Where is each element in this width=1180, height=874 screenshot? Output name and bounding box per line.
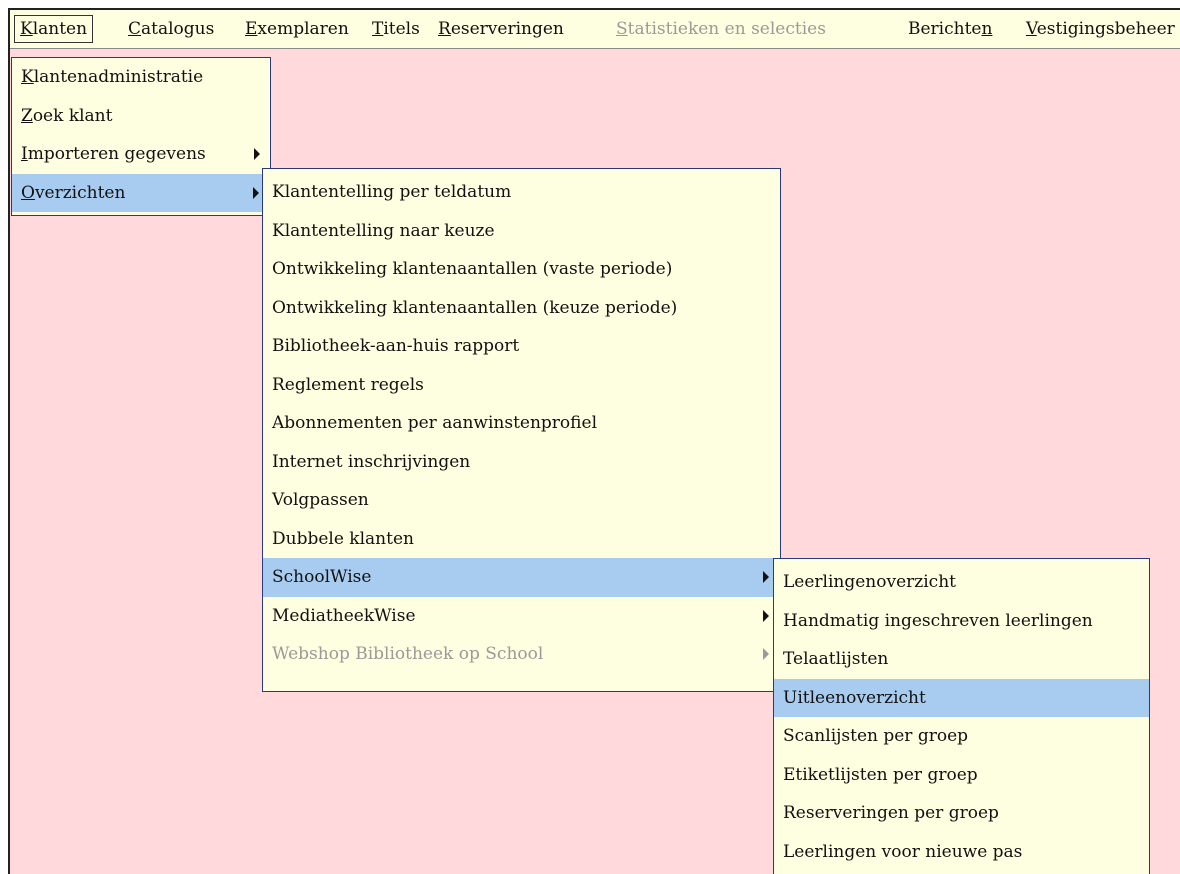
menu-item-overzichten[interactable]: Overzichten [12,173,270,212]
schoolwise-submenu: Leerlingenoverzicht Handmatig ingeschrev… [773,558,1150,874]
menu-item-abonnementen-per-aanwinstenprofiel[interactable]: Abonnementen per aanwinstenprofiel [263,404,780,443]
menu-item-bibliotheek-aan-huis-rapport[interactable]: Bibliotheek-aan-huis rapport [263,327,780,366]
menu-item-dubbele-klanten[interactable]: Dubbele klanten [263,520,780,559]
overzichten-submenu: Klantentelling per teldatum Klantentelli… [262,168,781,692]
menu-item-handmatig-ingeschreven-leerlingen[interactable]: Handmatig ingeschreven leerlingen [774,602,1149,641]
menu-item-klantentelling-naar-keuze[interactable]: Klantentelling naar keuze [263,212,780,251]
menubar-item-berichten[interactable]: Berichten [903,15,997,43]
menubar-item-exemplaren[interactable]: Exemplaren [240,15,354,43]
application-window: Klanten Catalogus Exemplaren Titels Rese… [8,8,1180,874]
menubar-item-titels[interactable]: Titels [367,15,425,43]
menubar-item-catalogus[interactable]: Catalogus [123,15,219,43]
menu-item-scanlijsten-per-groep[interactable]: Scanlijsten per groep [774,717,1149,756]
menu-item-klantenadministratie[interactable]: Klantenadministratie [12,58,270,97]
menu-item-leerlingen-voor-nieuwe-pas[interactable]: Leerlingen voor nieuwe pas [774,833,1149,872]
menu-item-webshop-bibliotheek-op-school: Webshop Bibliotheek op School [263,635,780,674]
menubar-item-klanten[interactable]: Klanten [14,15,94,43]
menu-item-internet-inschrijvingen[interactable]: Internet inschrijvingen [263,443,780,482]
menu-item-etiketlijsten-per-groep[interactable]: Etiketlijsten per groep [774,756,1149,795]
menu-item-reserveringen-per-groep[interactable]: Reserveringen per groep [774,794,1149,833]
menu-item-volgpassen[interactable]: Volgpassen [263,481,780,520]
menu-item-klantentelling-per-teldatum[interactable]: Klantentelling per teldatum [263,173,780,212]
menubar-item-vestigingsbeheer[interactable]: Vestigingsbeheer [1021,15,1180,43]
submenu-arrow-icon [763,648,769,661]
menu-bar: Klanten Catalogus Exemplaren Titels Rese… [10,10,1180,49]
menubar-item-reserveringen[interactable]: Reserveringen [433,15,569,43]
submenu-arrow-icon [254,148,260,161]
submenu-arrow-icon [253,186,259,199]
menu-item-ontwikkeling-vaste-periode[interactable]: Ontwikkeling klantenaantallen (vaste per… [263,250,780,289]
menubar-item-statistieken-en-selecties: Statistieken en selecties [616,19,826,39]
menu-item-uitleenoverzicht[interactable]: Uitleenoverzicht [774,678,1149,717]
menu-item-zoek-klant[interactable]: Zoek klant [12,97,270,136]
menu-item-telaatlijsten[interactable]: Telaatlijsten [774,640,1149,679]
submenu-arrow-icon [763,571,769,584]
klanten-dropdown-menu: Klantenadministratie Zoek klant Importer… [11,57,271,216]
menu-item-schoolwise[interactable]: SchoolWise [263,558,780,597]
menu-item-leerlingenoverzicht[interactable]: Leerlingenoverzicht [774,563,1149,602]
submenu-arrow-icon [763,609,769,622]
menu-item-importeren-gegevens[interactable]: Importeren gegevens [12,135,270,174]
menu-item-mediatheekwise[interactable]: MediatheekWise [263,597,780,636]
menu-item-reglement-regels[interactable]: Reglement regels [263,366,780,405]
menu-item-ontwikkeling-keuze-periode[interactable]: Ontwikkeling klantenaantallen (keuze per… [263,289,780,328]
